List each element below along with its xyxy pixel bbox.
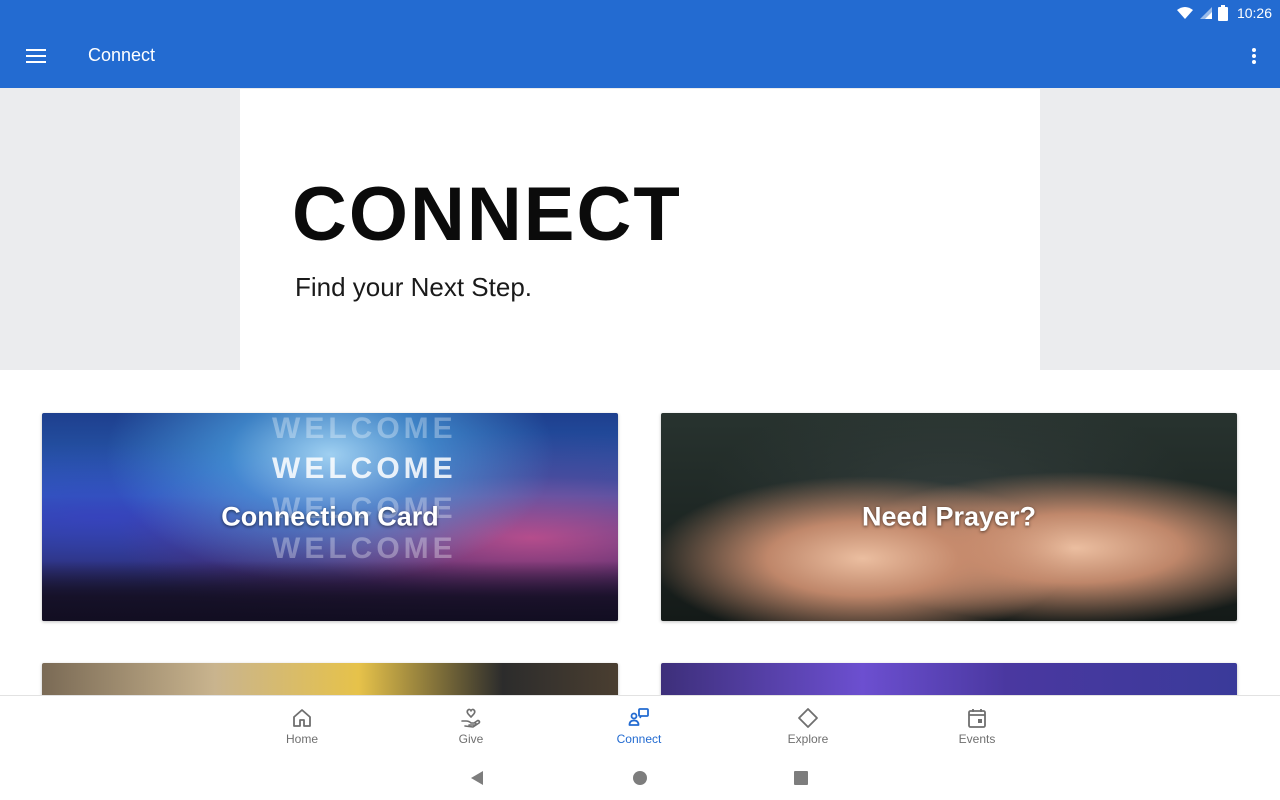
- connection-card-tile[interactable]: WELCOME WELCOME WELCOME WELCOME Connecti…: [42, 413, 618, 621]
- nav-item-give[interactable]: Give: [421, 696, 521, 756]
- app-title: Connect: [88, 45, 156, 65]
- system-navigation-bar: [0, 755, 1280, 800]
- give-icon: [461, 708, 481, 728]
- explore-icon: [798, 708, 818, 728]
- home-icon: [293, 709, 311, 727]
- crowd-silhouette: [42, 561, 618, 621]
- welcome-screen-image: WELCOME WELCOME WELCOME WELCOME: [272, 413, 457, 569]
- nav-item-connect[interactable]: Connect: [589, 696, 689, 756]
- hamburger-menu-icon: [26, 49, 46, 63]
- tile-label-connection-card: Connection Card: [221, 501, 439, 532]
- tile-label-need-prayer: Need Prayer?: [861, 501, 1037, 532]
- menu-button[interactable]: [16, 38, 56, 74]
- need-prayer-tile[interactable]: Need Prayer?: [661, 413, 1237, 621]
- system-recents-button[interactable]: [788, 765, 814, 791]
- hero-banner: CONNECT Find your Next Step.: [240, 89, 1040, 370]
- bottom-navigation: Home Give Connect Explore Events: [0, 695, 1280, 755]
- nav-item-events[interactable]: Events: [927, 696, 1027, 756]
- welcome-text: WELCOME: [272, 452, 457, 485]
- nav-label: Home: [285, 732, 318, 746]
- nav-label: Events: [958, 732, 996, 746]
- hero-subtitle: Find your Next Step.: [295, 272, 532, 302]
- nav-label: Connect: [616, 732, 662, 746]
- status-time: 10:26: [1236, 5, 1272, 21]
- nav-label: Explore: [787, 732, 829, 746]
- calendar-icon: [968, 709, 986, 728]
- hero-title: CONNECT: [292, 172, 682, 257]
- recents-square-icon: [794, 771, 808, 785]
- status-bar: 10:26: [0, 0, 1280, 26]
- battery-icon: [1217, 5, 1228, 21]
- system-home-button[interactable]: [627, 765, 653, 791]
- connect-icon: [628, 708, 649, 726]
- back-triangle-icon: [471, 771, 483, 785]
- overflow-menu-button[interactable]: [1242, 38, 1266, 74]
- system-back-button[interactable]: [464, 765, 490, 791]
- nav-item-home[interactable]: Home: [252, 696, 352, 756]
- app-bar: Connect: [0, 26, 1280, 88]
- home-circle-icon: [633, 771, 647, 785]
- welcome-text: WELCOME: [272, 413, 457, 445]
- nav-item-explore[interactable]: Explore: [758, 696, 858, 756]
- nav-label: Give: [458, 732, 484, 746]
- more-vert-icon: [1252, 48, 1256, 64]
- status-icons: 10:26: [1176, 3, 1272, 23]
- signal-icon: [1199, 7, 1212, 19]
- wifi-icon: [1176, 7, 1193, 19]
